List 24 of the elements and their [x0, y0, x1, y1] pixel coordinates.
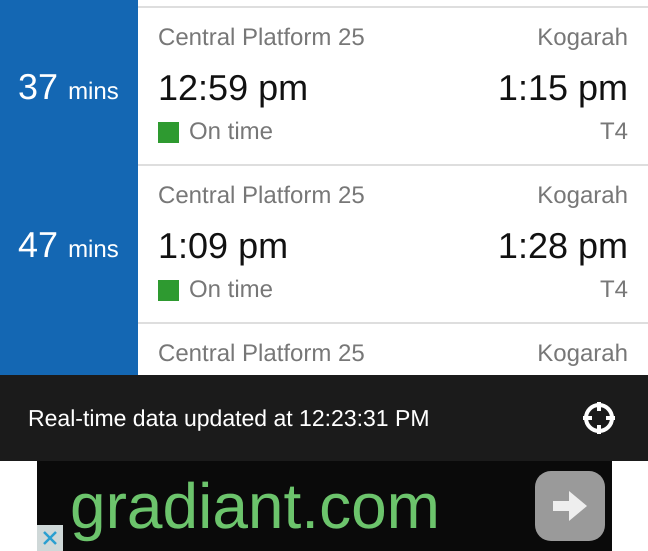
origin-platform: Central Platform 25	[158, 24, 365, 52]
close-icon	[42, 530, 58, 546]
status-text: On time	[189, 276, 274, 304]
origin-platform: Central Platform 25	[158, 340, 365, 368]
minutes-until-departure: 47 mins	[18, 224, 119, 266]
destination: Kogarah	[537, 24, 628, 52]
trip-row[interactable]: Central Platform 25 Kogarah 1:09 pm 1:28 pm On time T4	[138, 164, 648, 322]
arrow-button[interactable]	[535, 471, 605, 541]
train-line: T4	[600, 276, 628, 304]
departure-time: 12:59 pm	[158, 66, 308, 110]
arrow-right-icon	[553, 491, 587, 521]
update-time-text: Real-time data updated at 12:23:31 PM	[28, 404, 430, 432]
train-line: T4	[600, 118, 628, 146]
trip-row[interactable]: Central Platform 25 Kogarah 12:59 pm 1:15 pm On time T4	[138, 6, 648, 164]
destination: Kogarah	[537, 182, 628, 210]
status-text: On time	[189, 118, 274, 146]
location-target-icon[interactable]	[582, 401, 616, 435]
arrival-time: 1:15 pm	[498, 66, 628, 110]
origin-platform: Central Platform 25	[158, 182, 365, 210]
ad-banner[interactable]: gradiant.com	[37, 461, 612, 551]
destination: Kogarah	[537, 340, 628, 368]
minutes-until-departure: 37 mins	[18, 66, 119, 108]
departure-time: 1:09 pm	[158, 224, 288, 268]
arrival-time: 1:28 pm	[498, 224, 628, 268]
